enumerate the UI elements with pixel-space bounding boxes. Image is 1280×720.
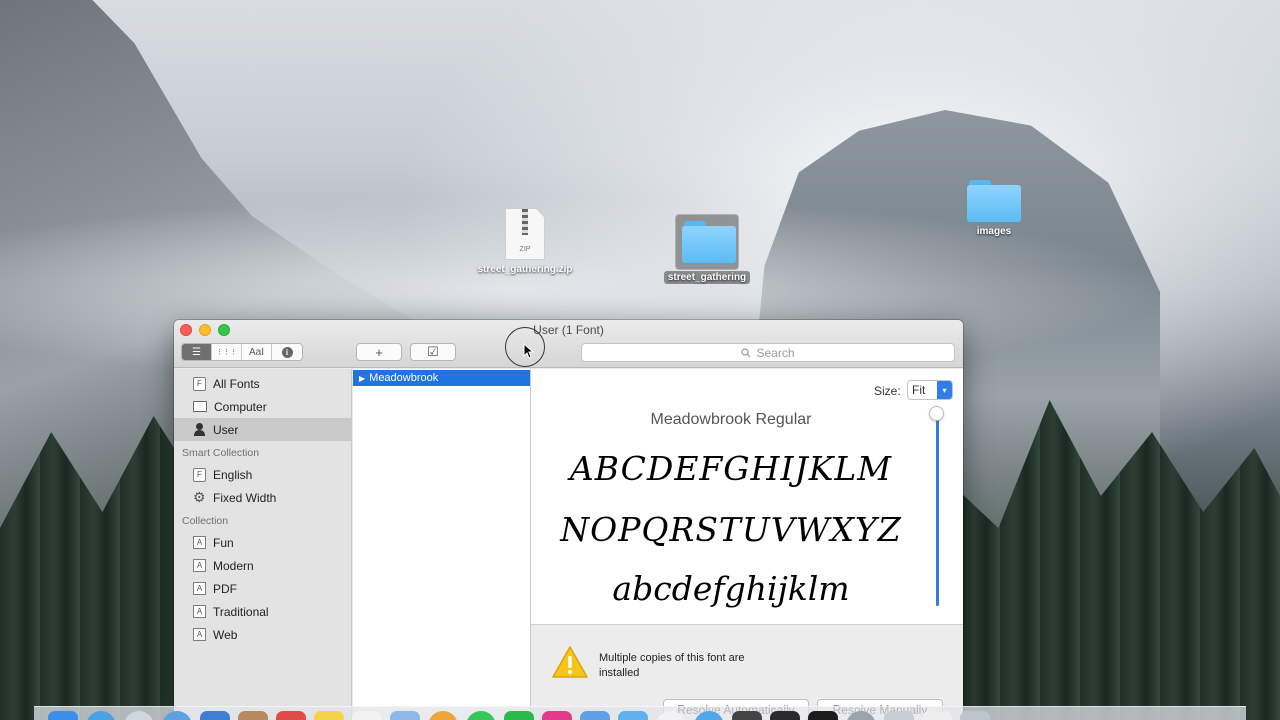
calendar-icon[interactable] xyxy=(276,711,306,720)
gear-icon: ⚙ xyxy=(193,489,206,505)
warning-icon xyxy=(552,646,588,678)
terminal-icon[interactable] xyxy=(732,711,762,720)
sidebar-item-modern[interactable]: A Modern xyxy=(174,554,351,577)
font-preview: Size: Fit ▾ Meadowbrook Regular ABCDEFGH… xyxy=(531,369,963,624)
validate-font-button[interactable]: ☑ xyxy=(410,343,456,361)
add-font-button[interactable]: + xyxy=(356,343,402,361)
sample-icon[interactable]: AaI xyxy=(242,344,272,360)
browser-icon[interactable] xyxy=(162,711,192,720)
notes-icon[interactable] xyxy=(314,711,344,720)
collection-icon: A xyxy=(193,628,206,641)
documents-icon[interactable] xyxy=(922,711,952,720)
font-book-icon[interactable] xyxy=(846,711,876,720)
sidebar-item-traditional[interactable]: A Traditional xyxy=(174,600,351,623)
size-slider-knob[interactable] xyxy=(929,406,944,421)
desktop-icon-folder-selected[interactable]: street_gathering xyxy=(660,214,754,284)
messages-icon[interactable] xyxy=(466,711,496,720)
sidebar-item-computer[interactable]: Computer xyxy=(174,395,351,418)
app-store-icon[interactable] xyxy=(618,711,648,720)
font-list-item[interactable]: ▶ Meadowbrook xyxy=(353,370,530,386)
collection-icon: A xyxy=(193,582,206,595)
size-label: Size: xyxy=(874,384,901,398)
desktop-icon-label: street_gathering.zip xyxy=(477,264,573,275)
system-preferences-icon[interactable] xyxy=(656,711,686,720)
desktop-icon-zip[interactable]: ZIP street_gathering.zip xyxy=(470,208,580,276)
sample-uppercase-1: ABCDEFGHIJKLM xyxy=(569,449,893,488)
sample-uppercase-2: NOPQRSTUVWXYZ xyxy=(560,510,902,549)
safari-icon[interactable] xyxy=(86,711,116,720)
launchpad-icon[interactable] xyxy=(124,711,154,720)
collection-icon: A xyxy=(193,605,206,618)
font-file-icon: F xyxy=(193,376,206,391)
mail-icon[interactable] xyxy=(200,711,230,720)
view-segmented-control[interactable]: ☰ ⋮⋮⋮ AaI i xyxy=(181,343,303,361)
screen-recorder-icon[interactable] xyxy=(808,711,838,720)
search-input[interactable]: Search xyxy=(581,343,955,362)
warning-message: Multiple copies of this font are install… xyxy=(599,652,745,679)
grid-icon[interactable]: ⋮⋮⋮ xyxy=(212,344,242,360)
app-icon[interactable] xyxy=(694,711,724,720)
dock xyxy=(34,706,1246,720)
downloads-icon[interactable] xyxy=(884,711,914,720)
photos-icon[interactable] xyxy=(428,711,458,720)
font-name: Meadowbrook Regular xyxy=(650,411,812,428)
sidebar-item-all-fonts[interactable]: F All Fonts xyxy=(174,372,351,395)
computer-icon xyxy=(193,401,207,412)
sample-lowercase: abcdefghijklm xyxy=(612,569,850,608)
user-icon xyxy=(193,423,206,436)
sidebar-item-english[interactable]: F English xyxy=(174,463,351,486)
itunes-icon[interactable] xyxy=(542,711,572,720)
zip-file-icon: ZIP xyxy=(505,208,545,260)
ibooks-icon[interactable] xyxy=(580,711,610,720)
sidebar-item-fixed-width[interactable]: ⚙ Fixed Width xyxy=(174,486,351,509)
desktop-icon-label: images xyxy=(976,226,1012,237)
maps-icon[interactable] xyxy=(390,711,420,720)
folder-icon xyxy=(682,221,736,263)
font-file-icon: F xyxy=(193,467,206,482)
finder-icon[interactable] xyxy=(48,711,78,720)
sidebar: F All Fonts Computer User Smart Collecti… xyxy=(174,369,352,720)
titlebar[interactable]: User (1 Font) ☰ ⋮⋮⋮ AaI i + ☑ Search xyxy=(174,320,963,368)
reminders-icon[interactable] xyxy=(352,711,382,720)
activity-icon[interactable] xyxy=(770,711,800,720)
size-select[interactable]: Fit ▾ xyxy=(907,380,953,400)
font-book-window: User (1 Font) ☰ ⋮⋮⋮ AaI i + ☑ Search F A… xyxy=(174,320,963,720)
desktop-icon-folder[interactable]: images xyxy=(962,180,1026,237)
collection-icon: A xyxy=(193,536,206,549)
trash-icon[interactable] xyxy=(960,711,990,720)
sidebar-item-web[interactable]: A Web xyxy=(174,623,351,646)
facetime-icon[interactable] xyxy=(504,711,534,720)
collection-icon: A xyxy=(193,559,206,572)
smart-collection-header: Smart Collection xyxy=(182,447,260,459)
collection-header: Collection xyxy=(182,515,229,527)
size-slider-track[interactable] xyxy=(936,416,939,606)
font-list: ▶ Meadowbrook xyxy=(353,369,531,720)
window-title: User (1 Font) xyxy=(533,323,604,337)
search-placeholder: Search xyxy=(756,345,795,360)
sidebar-item-pdf[interactable]: A PDF xyxy=(174,577,351,600)
chevron-down-icon: ▾ xyxy=(937,381,952,399)
mouse-cursor-icon xyxy=(523,343,535,359)
disclosure-triangle-icon[interactable]: ▶ xyxy=(359,374,365,383)
info-icon[interactable]: i xyxy=(272,344,302,360)
search-icon xyxy=(741,347,751,357)
sidebar-item-fun[interactable]: A Fun xyxy=(174,531,351,554)
contacts-icon[interactable] xyxy=(238,711,268,720)
list-icon[interactable]: ☰ xyxy=(182,344,212,360)
sidebar-item-user[interactable]: User xyxy=(174,418,351,441)
desktop-icon-label: street_gathering xyxy=(663,271,751,284)
folder-icon xyxy=(967,180,1021,222)
